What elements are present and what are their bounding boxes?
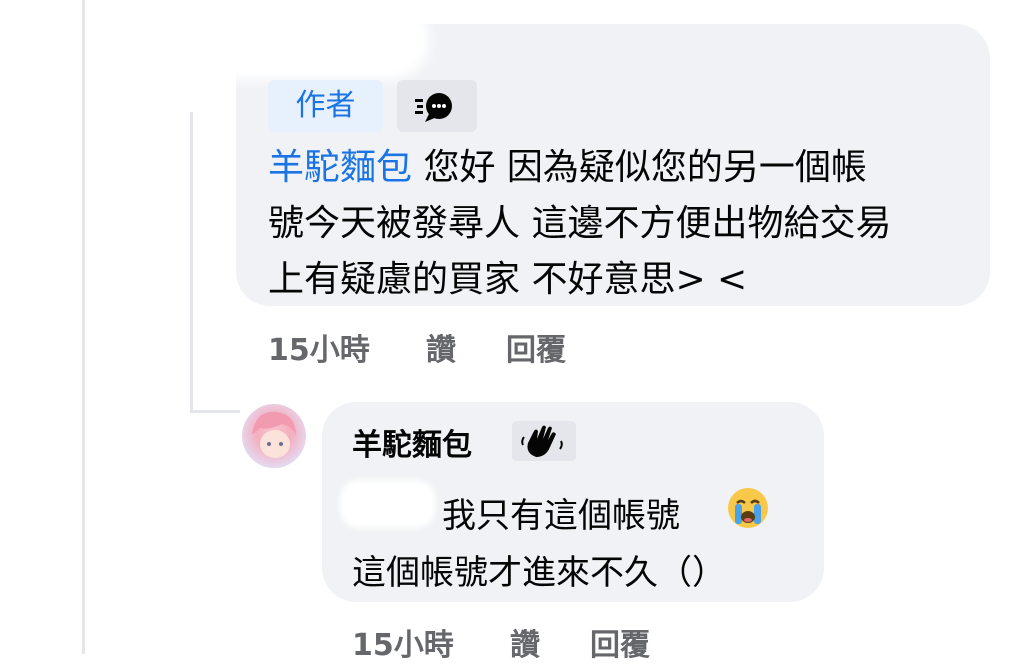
thread-line-left	[82, 0, 85, 654]
mention-link[interactable]: 羊駝麵包	[268, 147, 412, 188]
redacted-name-area	[100, 0, 430, 80]
redacted-mention	[340, 480, 435, 528]
comment-text-line3: 上有疑慮的買家 不好意思> <	[268, 259, 748, 300]
comment-reply-button[interactable]: 回覆	[506, 325, 566, 369]
reply-text-line1: 我只有這個帳號	[442, 496, 680, 536]
reply-like-button[interactable]: 讚	[510, 620, 540, 664]
comment-like-button[interactable]: 讚	[426, 325, 456, 369]
author-badge: 作者	[268, 80, 383, 132]
thread-line-child	[190, 112, 193, 412]
reply-timestamp[interactable]: 15小時	[352, 620, 454, 664]
avatar[interactable]	[242, 404, 306, 468]
crying-face-emoji	[726, 486, 770, 530]
waving-hand-icon	[512, 421, 576, 461]
reply-author-name[interactable]: 羊駝麵包	[352, 420, 472, 464]
chat-badge-icon	[397, 80, 477, 132]
reply-reply-button[interactable]: 回覆	[590, 620, 650, 664]
reply-text-line2-row: 這個帳號才進來不久（）	[352, 545, 726, 594]
comment-text: 羊駝麵包 您好 因為疑似您的另一個帳 號今天被發尋人 這邊不方便出物給交易 上有…	[268, 140, 968, 308]
thread-line-curve	[190, 410, 240, 413]
comment-text-line2: 號今天被發尋人 這邊不方便出物給交易	[268, 203, 892, 244]
reply-text-line1-row: 我只有這個帳號	[442, 488, 680, 537]
reply-text-line2: 這個帳號才進來不久（）	[352, 553, 726, 593]
comment-timestamp[interactable]: 15小時	[268, 325, 370, 369]
comment-text-line1: 您好 因為疑似您的另一個帳	[412, 147, 867, 188]
